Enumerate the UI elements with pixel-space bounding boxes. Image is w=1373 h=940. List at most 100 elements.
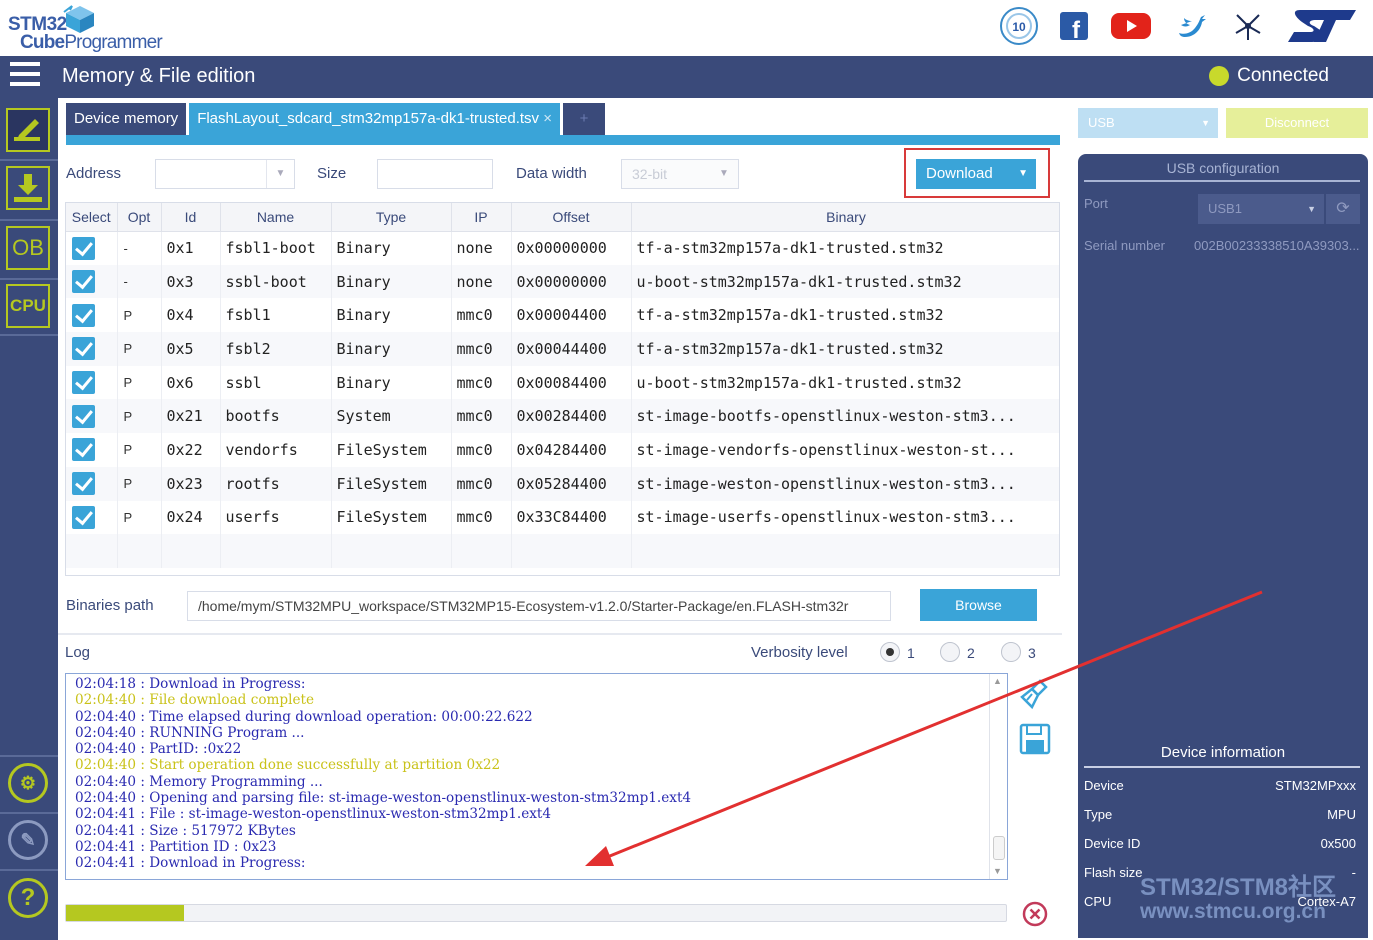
disconnect-button[interactable]: Disconnect	[1226, 108, 1368, 138]
save-log-icon[interactable]	[1018, 722, 1052, 756]
col-header[interactable]: Binary	[631, 203, 1059, 232]
download-button[interactable]: Download ▼	[916, 159, 1036, 189]
table-row[interactable]: P 0x4 fsbl1 Binary mmc0 0x00004400 tf-a-stm32m…	[66, 298, 1059, 333]
select-checkbox[interactable]	[72, 438, 95, 462]
cell-name: vendorfs	[220, 433, 332, 467]
select-checkbox[interactable]	[72, 371, 95, 395]
swv-nav[interactable]: ⚙	[8, 763, 48, 803]
select-checkbox[interactable]	[72, 303, 95, 327]
select-checkbox[interactable]	[72, 472, 95, 496]
table-row[interactable]: P 0x6 ssbl Binary mmc0 0x00084400 u-boot-stm32…	[66, 365, 1059, 400]
log-line: 02:04:41 : Partition ID : 0x23	[75, 838, 277, 855]
tab-add[interactable]: +	[562, 103, 605, 135]
log-line: 02:04:40 : Memory Programming ...	[75, 773, 323, 790]
anniversary-badge-icon[interactable]: 10	[998, 4, 1040, 48]
cell-binary: st-image-vendorfs-openstlinux-weston-st.…	[631, 433, 1059, 467]
cell-offset: 0x00000000	[511, 231, 632, 265]
cell-ip: none	[451, 264, 512, 299]
youtube-icon[interactable]	[1108, 4, 1154, 48]
table-row[interactable]: P 0x23 rootfs FileSystem mmc0 0x05284400 st-im…	[66, 466, 1059, 501]
col-header[interactable]: Id	[161, 203, 221, 232]
table-row[interactable]: -0x1 fsbl1-boot Binary none 0x00000000 tf-a-s…	[66, 231, 1059, 265]
col-header[interactable]: Type	[331, 203, 452, 232]
table-row[interactable]: P 0x5 fsbl2 Binary mmc0 0x00044400 tf-a-stm32m…	[66, 332, 1059, 366]
cell-offset: 0x00004400	[511, 298, 632, 333]
cell-name: bootfs	[220, 399, 332, 434]
cpu-nav[interactable]: CPU	[6, 284, 50, 328]
edit-icon	[14, 119, 40, 141]
chevron-down-icon: ▼	[1307, 204, 1316, 214]
device-info-key: Device ID	[1084, 836, 1141, 851]
refresh-icon[interactable]: ⟳	[1326, 194, 1360, 224]
table-row[interactable]: -0x3 ssbl-boot Binary none 0x00000000 u-boot-…	[66, 264, 1059, 299]
device-info-row: Type MPU	[1084, 807, 1356, 827]
select-checkbox[interactable]	[72, 236, 95, 260]
log-scrollbar[interactable]: ▲ ▼	[989, 674, 1007, 879]
size-label: Size	[317, 165, 347, 182]
device-info-value: MPU	[1327, 807, 1356, 822]
verbosity-radio-3[interactable]	[1001, 642, 1021, 662]
memory-edit-nav[interactable]	[6, 108, 50, 152]
network-icon[interactable]	[1228, 4, 1268, 48]
device-info-row: Device ID 0x500	[1084, 836, 1356, 856]
cell-id: 0x4	[161, 298, 221, 333]
cell-id: 0x24	[161, 500, 221, 535]
cell-opt: P	[117, 298, 162, 333]
browse-button[interactable]: Browse	[920, 589, 1037, 621]
address-dropdown[interactable]: ▼	[155, 159, 295, 189]
tab-device-memory[interactable]: Device memory	[66, 103, 187, 135]
cell-opt: P	[117, 466, 162, 501]
cancel-icon[interactable]	[1022, 901, 1048, 927]
size-input[interactable]	[377, 159, 493, 189]
erase-programming-nav[interactable]	[6, 166, 50, 210]
select-checkbox[interactable]	[72, 505, 95, 529]
col-header[interactable]: Select	[66, 203, 118, 232]
serial-number-label: Serial number	[1084, 238, 1165, 253]
scroll-down-icon[interactable]: ▼	[993, 866, 1002, 876]
chevron-down-icon: ▼	[266, 160, 294, 188]
cell-ip: none	[451, 231, 512, 265]
col-header[interactable]: Offset	[511, 203, 632, 232]
cell-offset: 0x05284400	[511, 466, 632, 501]
table-row[interactable]: P 0x21 bootfs System mmc0 0x00284400 st-image-…	[66, 399, 1059, 434]
select-checkbox[interactable]	[72, 270, 95, 294]
clear-log-icon[interactable]	[1018, 678, 1052, 712]
cell-id: 0x3	[161, 264, 221, 299]
chevron-down-icon[interactable]: ▼	[1018, 159, 1028, 189]
verbosity-radio-1[interactable]	[880, 642, 900, 662]
data-width-dropdown[interactable]: 32-bit ▼	[621, 159, 739, 189]
col-header[interactable]: Name	[220, 203, 332, 232]
cell-binary: tf-a-stm32mp157a-dk1-trusted.stm32	[631, 332, 1059, 366]
col-header[interactable]: IP	[451, 203, 512, 232]
verbosity-radio-2[interactable]	[940, 642, 960, 662]
tab-flashlayout[interactable]: FlashLayout_sdcard_stm32mp157a-dk1-trust…	[189, 103, 560, 135]
interface-dropdown[interactable]: USB ▼	[1078, 108, 1218, 138]
scroll-thumb[interactable]	[993, 836, 1005, 860]
st-logo-icon[interactable]	[1284, 4, 1360, 48]
connection-status-label: Connected	[1237, 65, 1329, 86]
port-dropdown[interactable]: USB1 ▼	[1198, 194, 1324, 224]
table-row[interactable]: P 0x24 userfs FileSystem mmc0 0x33C84400 st-im…	[66, 500, 1059, 535]
log-line: 02:04:40 : PartID: :0x22	[75, 741, 242, 758]
twitter-icon[interactable]	[1172, 4, 1212, 48]
table-row[interactable]: P 0x22 vendorfs FileSystem mmc0 0x04284400 st-…	[66, 433, 1059, 467]
status-dot-icon	[1209, 66, 1230, 86]
select-cell	[66, 466, 118, 501]
cell-name: fsbl2	[220, 332, 332, 366]
device-info-key: Device	[1084, 778, 1124, 793]
col-header[interactable]: Opt	[117, 203, 162, 232]
facebook-icon[interactable]: f	[1056, 4, 1092, 48]
cell-binary: tf-a-stm32mp157a-dk1-trusted.stm32	[631, 231, 1059, 265]
help-nav[interactable]: ?	[8, 878, 48, 918]
select-checkbox[interactable]	[72, 337, 95, 361]
hamburger-menu-icon[interactable]	[10, 62, 40, 90]
select-checkbox[interactable]	[72, 404, 95, 428]
plugin-nav[interactable]: ✎	[8, 820, 48, 860]
option-bytes-nav[interactable]: OB	[6, 226, 50, 270]
log-console[interactable]: 02:04:18 : Download in Progress: 02:04:40…	[65, 673, 1008, 880]
binaries-path-input[interactable]: /home/mym/STM32MPU_workspace/STM32MP15-E…	[187, 591, 891, 621]
verbosity-level-3: 3	[1028, 645, 1036, 661]
scroll-up-icon[interactable]: ▲	[993, 676, 1002, 686]
main-panel: Device memory FlashLayout_sdcard_stm32mp…	[58, 98, 1064, 940]
tab-close-icon[interactable]: ×	[543, 110, 552, 127]
